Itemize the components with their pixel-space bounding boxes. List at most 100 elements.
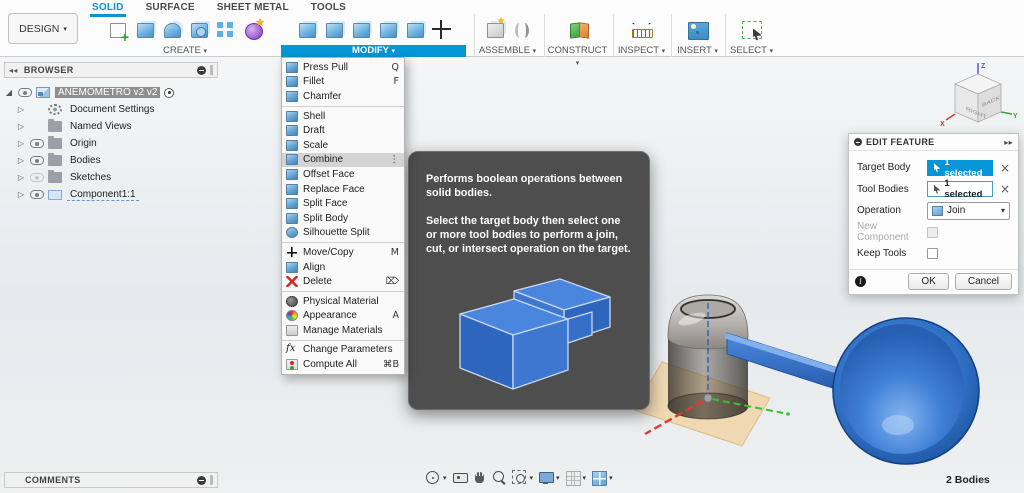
- look-at-icon[interactable]: [451, 469, 468, 486]
- expander-icon[interactable]: ▷: [16, 173, 26, 182]
- offset-face-icon[interactable]: [401, 16, 428, 43]
- browser-item-document-settings[interactable]: ▷ Document Settings: [16, 101, 218, 118]
- comments-header[interactable]: COMMENTS: [4, 472, 218, 488]
- design-menu-button[interactable]: DESIGN ▾: [8, 13, 78, 44]
- browser-item-component1-1[interactable]: ▷ Component1:1: [16, 186, 218, 203]
- expand-dialog-icon[interactable]: ▸▸: [1004, 138, 1013, 147]
- fillet-icon[interactable]: [320, 16, 347, 43]
- dialog-options-icon[interactable]: [854, 138, 862, 146]
- expander-icon[interactable]: ▷: [16, 190, 26, 199]
- construct-plane-icon[interactable]: [564, 16, 591, 43]
- toolbar-group-label-insert[interactable]: INSERT ▾: [672, 45, 723, 57]
- press-pull-icon[interactable]: [293, 16, 320, 43]
- browser-item-anemometro-v2-v2[interactable]: ◢ ANEMOMETRO v2 v2: [4, 84, 218, 101]
- active-component-radio[interactable]: [164, 87, 175, 98]
- collapse-left-icon[interactable]: ◂◂: [9, 66, 18, 75]
- menu-item-press-pull[interactable]: Press Pull Q: [282, 60, 404, 75]
- operation-select[interactable]: Join ▾: [927, 201, 1010, 220]
- toolbar-group-label-select[interactable]: SELECT ▾: [726, 45, 777, 57]
- expander-icon[interactable]: ▷: [16, 122, 26, 131]
- info-icon[interactable]: i: [855, 276, 866, 287]
- orbit-icon[interactable]: [424, 469, 441, 486]
- hole-icon[interactable]: [185, 16, 212, 43]
- shell-icon[interactable]: [347, 16, 374, 43]
- menu-item-physical-material[interactable]: Physical Material: [282, 294, 404, 309]
- browser-item-bodies[interactable]: ▷ Bodies: [16, 152, 218, 169]
- menu-item-scale[interactable]: Scale: [282, 138, 404, 153]
- clear-selection-icon[interactable]: ×: [1000, 183, 1010, 195]
- checkbox[interactable]: [927, 248, 938, 260]
- menu-item-fillet[interactable]: Fillet F: [282, 75, 404, 90]
- panel-handle[interactable]: [210, 475, 213, 485]
- visibility-eye-icon[interactable]: [30, 190, 44, 199]
- chevron-down-icon[interactable]: ▾: [443, 474, 447, 482]
- menu-item-split-face[interactable]: Split Face: [282, 196, 404, 211]
- insert-image-icon[interactable]: [684, 16, 711, 43]
- menu-item-align[interactable]: Align: [282, 260, 404, 275]
- menu-item-change-parameters[interactable]: Change Parameters: [282, 343, 404, 358]
- menu-item-chamfer[interactable]: Chamfer: [282, 89, 404, 104]
- visibility-eye-icon[interactable]: [30, 139, 44, 148]
- joint-icon[interactable]: [508, 16, 535, 43]
- visibility-eye-icon[interactable]: [30, 173, 44, 182]
- pan-icon[interactable]: [471, 469, 488, 486]
- menu-item-offset-face[interactable]: Offset Face: [282, 167, 404, 182]
- chevron-down-icon[interactable]: ▾: [556, 474, 560, 482]
- menu-item-compute-all[interactable]: Compute All ⌘B: [282, 357, 404, 372]
- cancel-button[interactable]: Cancel: [954, 273, 1012, 290]
- select-window-icon[interactable]: [738, 16, 765, 43]
- toolbar-group-label-inspect[interactable]: INSPECT ▾: [614, 45, 669, 57]
- pattern-icon[interactable]: [212, 16, 239, 43]
- toolbar-group-label-modify[interactable]: MODIFY ▾: [281, 45, 466, 57]
- grid-settings-icon[interactable]: [564, 469, 581, 486]
- menu-item-delete[interactable]: Delete ⌦: [282, 274, 404, 289]
- measure-icon[interactable]: [628, 16, 655, 43]
- panel-options-icon[interactable]: [197, 475, 206, 485]
- create-sketch-icon[interactable]: [104, 16, 131, 43]
- edit-feature-header[interactable]: EDIT FEATURE ▸▸: [849, 134, 1018, 151]
- viewports-icon[interactable]: [590, 469, 608, 486]
- visibility-eye-icon[interactable]: [18, 88, 32, 97]
- ok-button[interactable]: OK: [908, 273, 949, 290]
- visibility-eye-icon[interactable]: [30, 156, 44, 165]
- move-icon[interactable]: [428, 16, 455, 43]
- expander-icon[interactable]: ◢: [4, 88, 14, 97]
- panel-handle[interactable]: [210, 65, 213, 75]
- expander-icon[interactable]: ▷: [16, 105, 26, 114]
- zoom-window-icon[interactable]: [511, 469, 528, 486]
- selection-chip[interactable]: 1 selected: [927, 157, 993, 179]
- browser-item-origin[interactable]: ▷ Origin: [16, 135, 218, 152]
- menu-item-shell[interactable]: Shell: [282, 109, 404, 124]
- chevron-down-icon[interactable]: ▾: [609, 474, 613, 482]
- expander-icon[interactable]: ▷: [16, 139, 26, 148]
- menu-item-move-copy[interactable]: Move/Copy M: [282, 245, 404, 260]
- menu-item-appearance[interactable]: Appearance A: [282, 309, 404, 324]
- revolve-icon[interactable]: [158, 16, 185, 43]
- browser-item-named-views[interactable]: ▷ Named Views: [16, 118, 218, 135]
- physical-material-icon: [286, 295, 298, 307]
- extrude-icon[interactable]: [131, 16, 158, 43]
- menu-item-split-body[interactable]: Split Body: [282, 211, 404, 226]
- new-component-icon[interactable]: [481, 16, 508, 43]
- browser-item-sketches[interactable]: ▷ Sketches: [16, 169, 218, 186]
- browser-header[interactable]: ◂◂ BROWSER: [4, 62, 218, 78]
- panel-options-icon[interactable]: [197, 65, 206, 75]
- display-settings-icon[interactable]: [537, 469, 555, 486]
- selection-chip[interactable]: 1 selected: [927, 178, 993, 200]
- toolbar-group-label-assemble[interactable]: ASSEMBLE ▾: [475, 45, 540, 57]
- menu-item-combine[interactable]: Combine ⋮: [282, 152, 404, 168]
- menu-item-manage-materials[interactable]: Manage Materials: [282, 323, 404, 338]
- toolbar-group-label-construct[interactable]: CONSTRUCT ▾: [545, 45, 610, 67]
- toolbar-group-label-create[interactable]: CREATE ▾: [90, 45, 280, 57]
- chevron-down-icon[interactable]: ▾: [583, 474, 587, 482]
- clear-selection-icon[interactable]: ×: [1000, 162, 1010, 174]
- expander-icon[interactable]: ▷: [16, 156, 26, 165]
- menu-item-replace-face[interactable]: Replace Face: [282, 182, 404, 197]
- zoom-icon[interactable]: [491, 469, 508, 486]
- menu-item-draft[interactable]: Draft: [282, 123, 404, 138]
- combine-icon[interactable]: [374, 16, 401, 43]
- form-icon[interactable]: [239, 16, 266, 43]
- chevron-down-icon[interactable]: ▾: [530, 474, 534, 482]
- viewcube[interactable]: Z Y X RIGHT BACK: [938, 60, 1020, 134]
- menu-item-silhouette-split[interactable]: Silhouette Split: [282, 226, 404, 241]
